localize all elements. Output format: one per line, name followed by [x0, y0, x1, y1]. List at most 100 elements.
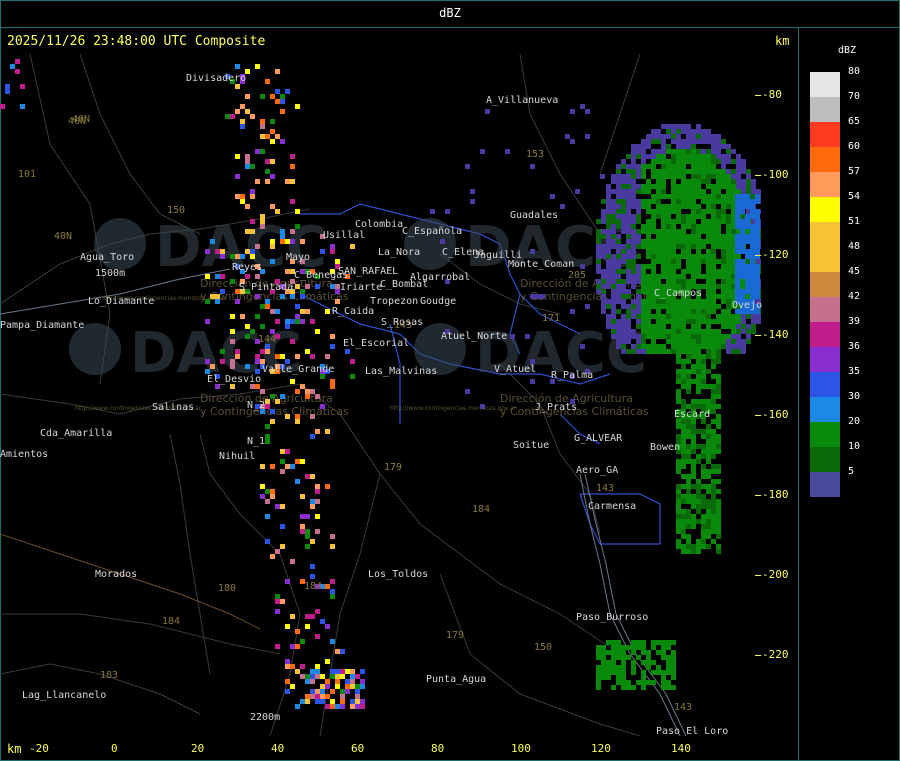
place-label: Guadales — [510, 210, 558, 221]
echo-pixel — [666, 249, 671, 254]
x-tick-label: 40 — [271, 742, 285, 755]
echo-pixel — [656, 169, 661, 174]
echo-pixel — [721, 204, 726, 209]
echo-pixel — [711, 204, 716, 209]
echo-pixel — [696, 204, 701, 209]
echo-pixel — [260, 219, 265, 224]
echo-pixel — [755, 269, 760, 274]
radar-map[interactable]: DACC Dirección de Agricultura y Continge… — [0, 54, 795, 736]
echo-pixel — [701, 219, 706, 224]
echo-pixel — [716, 209, 721, 214]
echo-pixel — [606, 650, 611, 655]
place-label: C_Española — [402, 226, 462, 237]
echo-pixel — [275, 599, 280, 604]
echo-pixel — [711, 359, 716, 364]
echo-pixel — [220, 254, 225, 259]
echo-pixel — [681, 519, 686, 524]
echo-pixel — [751, 314, 756, 319]
echo-pixel — [275, 134, 280, 139]
echo-pixel — [646, 234, 651, 239]
echo-pixel — [621, 189, 626, 194]
echo-pixel — [626, 279, 631, 284]
echo-pixel — [611, 234, 616, 239]
echo-pixel — [691, 229, 696, 234]
echo-pixel — [626, 294, 631, 299]
echo-pixel — [631, 144, 636, 149]
y-tick-label: -140 — [762, 328, 789, 341]
echo-pixel — [626, 324, 631, 329]
echo-pixel — [681, 234, 686, 239]
echo-pixel — [641, 269, 646, 274]
echo-pixel — [745, 254, 750, 259]
echo-pixel — [651, 640, 656, 645]
echo-pixel — [716, 499, 721, 504]
echo-pixel — [696, 194, 701, 199]
echo-pixel — [721, 164, 726, 169]
echo-pixel — [275, 319, 280, 324]
echo-pixel — [681, 194, 686, 199]
echo-pixel — [285, 269, 290, 274]
echo-pixel — [716, 549, 721, 554]
echo-pixel — [711, 489, 716, 494]
echo-pixel — [686, 219, 691, 224]
echo-pixel — [686, 269, 691, 274]
echo-pixel — [626, 219, 631, 224]
echo-pixel — [696, 229, 701, 234]
echo-pixel — [706, 249, 711, 254]
echo-pixel — [706, 219, 711, 224]
place-label: 2200m — [250, 712, 280, 723]
echo-pixel — [601, 650, 606, 655]
echo-pixel — [676, 324, 681, 329]
echo-pixel — [686, 359, 691, 364]
echo-pixel — [606, 219, 611, 224]
x-tick-label: -20 — [29, 742, 49, 755]
echo-pixel — [740, 294, 745, 299]
echo-pixel — [275, 504, 280, 509]
echo-pixel — [706, 489, 711, 494]
echo-pixel — [691, 549, 696, 554]
echo-pixel — [345, 689, 350, 694]
echo-pixel — [701, 239, 706, 244]
echo-pixel — [616, 645, 621, 650]
echo-pixel — [631, 179, 636, 184]
echo-pixel — [280, 449, 285, 454]
echo-pixel — [671, 319, 676, 324]
echo-pixel — [616, 339, 621, 344]
echo-pixel — [755, 284, 760, 289]
echo-pixel — [671, 264, 676, 269]
echo-pixel — [711, 409, 716, 414]
echo-pixel — [240, 104, 245, 109]
echo-pixel — [676, 159, 681, 164]
echo-pixel — [691, 424, 696, 429]
echo-pixel — [661, 675, 666, 680]
echo-pixel — [676, 354, 681, 359]
echo-pixel — [611, 279, 616, 284]
echo-pixel — [636, 680, 641, 685]
echo-pixel — [726, 229, 731, 234]
echo-pixel — [315, 489, 320, 494]
echo-pixel — [681, 324, 686, 329]
echo-pixel — [616, 199, 621, 204]
echo-pixel — [706, 159, 711, 164]
route-number: 183 — [100, 670, 118, 681]
echo-pixel — [616, 169, 621, 174]
echo-pixel — [656, 139, 661, 144]
echo-pixel — [265, 299, 270, 304]
echo-pixel — [731, 324, 736, 329]
echo-pixel — [606, 244, 611, 249]
echo-pixel — [750, 279, 755, 284]
echo-pixel — [305, 349, 310, 354]
echo-pixel — [601, 249, 606, 254]
echo-pixel — [661, 349, 666, 354]
echo-pixel — [711, 159, 716, 164]
echo-pixel — [740, 209, 745, 214]
echo-pixel — [740, 269, 745, 274]
echo-pixel — [315, 634, 320, 639]
echo-pixel — [711, 309, 716, 314]
echo-pixel — [656, 640, 661, 645]
x-tick-label: 120 — [591, 742, 611, 755]
echo-pixel — [641, 324, 646, 329]
place-label: Valle_Grande — [262, 364, 334, 375]
echo-pixel — [686, 299, 691, 304]
echo-pixel — [240, 124, 245, 129]
